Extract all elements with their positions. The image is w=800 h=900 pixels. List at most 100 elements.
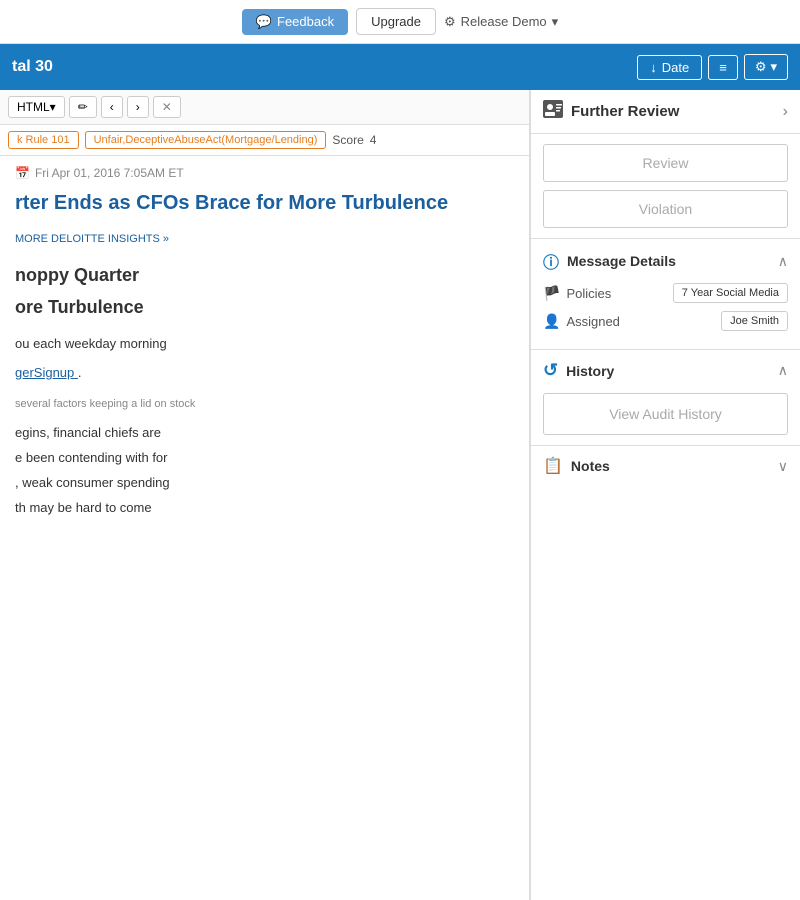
gear-icon: ⚙ (755, 59, 767, 75)
article-link[interactable]: gerSignup (15, 365, 78, 380)
history-section: ↺ History ∧ View Audit History (531, 350, 800, 446)
violation-button[interactable]: Violation (543, 190, 788, 228)
policies-value: 7 Year Social Media (673, 283, 788, 303)
notes-icon: 📋 (543, 456, 563, 476)
further-review-label: Further Review (571, 103, 679, 120)
notes-expand-icon[interactable]: ∨ (778, 458, 788, 475)
toolbar-right: ↓ Date ≡ ⚙ ▾ (637, 54, 788, 80)
html-dropdown[interactable]: HTML ▾ (8, 96, 65, 118)
history-label: History (566, 363, 614, 379)
tags-row: k Rule 101 Unfair,DeceptiveAbuseAct(Mort… (0, 125, 529, 156)
next-button[interactable]: › (127, 96, 149, 118)
lines-icon: ≡ (719, 60, 727, 75)
notes-section: 📋 Notes ∨ (531, 446, 800, 486)
prev-button[interactable]: ‹ (101, 96, 123, 118)
gear-button[interactable]: ⚙ ▾ (744, 54, 788, 80)
assigned-value: Joe Smith (721, 311, 788, 331)
view-audit-label: View Audit History (609, 406, 722, 422)
section-link[interactable]: MORE DELOITTE INSIGHTS » (15, 231, 514, 249)
content-area: HTML ▾ ✏ ‹ › ✕ k Rule 101 Unfair,Decepti… (0, 90, 800, 900)
info-icon: ⓘ (543, 249, 559, 273)
article-date: 📅 Fri Apr 01, 2016 7:05AM ET (15, 166, 514, 180)
feedback-label: Feedback (277, 14, 334, 29)
feedback-button[interactable]: 💬 Feedback (242, 9, 348, 35)
prev-icon: ‹ (110, 100, 114, 114)
assigned-row: 👤 Assigned Joe Smith (543, 311, 788, 331)
total-count: tal 30 (12, 58, 53, 76)
body-text-1: ou each weekday morning (15, 334, 514, 355)
article-area[interactable]: 📅 Fri Apr 01, 2016 7:05AM ET rter Ends a… (0, 156, 529, 900)
history-title: ↺ History (543, 360, 614, 381)
review-button[interactable]: Review (543, 144, 788, 182)
date-button[interactable]: ↓ Date (637, 55, 702, 80)
body-text-4: , weak consumer spending (15, 473, 514, 494)
release-demo-label: Release Demo (461, 14, 547, 29)
section-link-text: MORE DELOITTE INSIGHTS » (15, 233, 169, 245)
calendar-icon: 📅 (15, 166, 30, 180)
message-details-label: Message Details (567, 253, 676, 269)
date-label: Date (662, 60, 689, 75)
format-toolbar: HTML ▾ ✏ ‹ › ✕ (0, 90, 529, 125)
chat-icon: 💬 (256, 14, 272, 30)
chevron-down-icon: ▾ (552, 14, 559, 30)
tag-rule-101[interactable]: k Rule 101 (8, 131, 79, 149)
notes-label: Notes (571, 458, 610, 474)
body-text-5: th may be hard to come (15, 498, 514, 519)
link-suffix: . (78, 365, 82, 380)
small-text: several factors keeping a lid on stock (15, 396, 514, 414)
score-label: Score (332, 133, 363, 147)
sub-title-2: ore Turbulence (15, 293, 514, 322)
dropdown-icon: ▾ (50, 100, 56, 114)
message-details-header: ⓘ Message Details ∧ (543, 249, 788, 273)
right-panel: Further Review › Review Violation ⓘ Mess… (530, 90, 800, 900)
lines-button[interactable]: ≡ (708, 55, 738, 80)
release-demo-button[interactable]: ⚙ Release Demo ▾ (444, 14, 558, 30)
person-icon: 👤 (543, 313, 560, 330)
body-link: gerSignup . (15, 363, 514, 384)
html-label: HTML (17, 100, 50, 114)
collapse-icon[interactable]: ∧ (778, 253, 788, 270)
pencil-button[interactable]: ✏ (69, 96, 97, 118)
date-text: Fri Apr 01, 2016 7:05AM ET (35, 166, 184, 180)
policies-icon: 🏴 (543, 285, 560, 302)
policies-row: 🏴 Policies 7 Year Social Media (543, 283, 788, 303)
notes-header: 📋 Notes ∨ (543, 456, 788, 476)
history-icon: ↺ (543, 360, 558, 381)
upgrade-label: Upgrade (371, 14, 421, 29)
further-review-title: Further Review (543, 100, 679, 123)
body-text-2: egins, financial chiefs are (15, 423, 514, 444)
sub-title-1: noppy Quarter (15, 261, 514, 290)
further-review-header: Further Review › (531, 90, 800, 134)
close-button[interactable]: ✕ (153, 96, 181, 118)
next-icon: › (136, 100, 140, 114)
message-details-title: ⓘ Message Details (543, 249, 676, 273)
blue-toolbar: tal 30 ↓ Date ≡ ⚙ ▾ (0, 44, 800, 90)
upgrade-button[interactable]: Upgrade (356, 8, 436, 35)
body-text-3: e been contending with for (15, 448, 514, 469)
notes-title: 📋 Notes (543, 456, 610, 476)
action-buttons: Review Violation (531, 134, 800, 239)
history-collapse-icon[interactable]: ∧ (778, 362, 788, 379)
policies-label: 🏴 Policies (543, 285, 611, 302)
tag-unfair-deceptive[interactable]: Unfair,DeceptiveAbuseAct(Mortgage/Lendin… (85, 131, 327, 149)
score-value: 4 (370, 133, 377, 147)
assigned-label: 👤 Assigned (543, 313, 620, 330)
top-bar: 💬 Feedback Upgrade ⚙ Release Demo ▾ (0, 0, 800, 44)
link-text: gerSignup (15, 365, 74, 380)
close-icon: ✕ (162, 100, 172, 114)
chevron-down-icon: ▾ (770, 59, 777, 75)
article-title: rter Ends as CFOs Brace for More Turbule… (15, 190, 514, 216)
article-body: MORE DELOITTE INSIGHTS » noppy Quarter o… (15, 231, 514, 519)
gear-icon: ⚙ (444, 14, 456, 30)
sort-icon: ↓ (650, 60, 657, 75)
person-card-icon (543, 100, 563, 123)
message-details-section: ⓘ Message Details ∧ 🏴 Policies 7 Year So… (531, 239, 800, 350)
view-audit-history-button[interactable]: View Audit History (543, 393, 788, 435)
policies-text: Policies (566, 286, 611, 301)
review-label: Review (643, 155, 689, 171)
left-panel: HTML ▾ ✏ ‹ › ✕ k Rule 101 Unfair,Decepti… (0, 90, 530, 900)
violation-label: Violation (639, 201, 692, 217)
assigned-text: Assigned (566, 314, 619, 329)
right-arrow-icon[interactable]: › (783, 103, 788, 121)
pencil-icon: ✏ (78, 100, 88, 114)
